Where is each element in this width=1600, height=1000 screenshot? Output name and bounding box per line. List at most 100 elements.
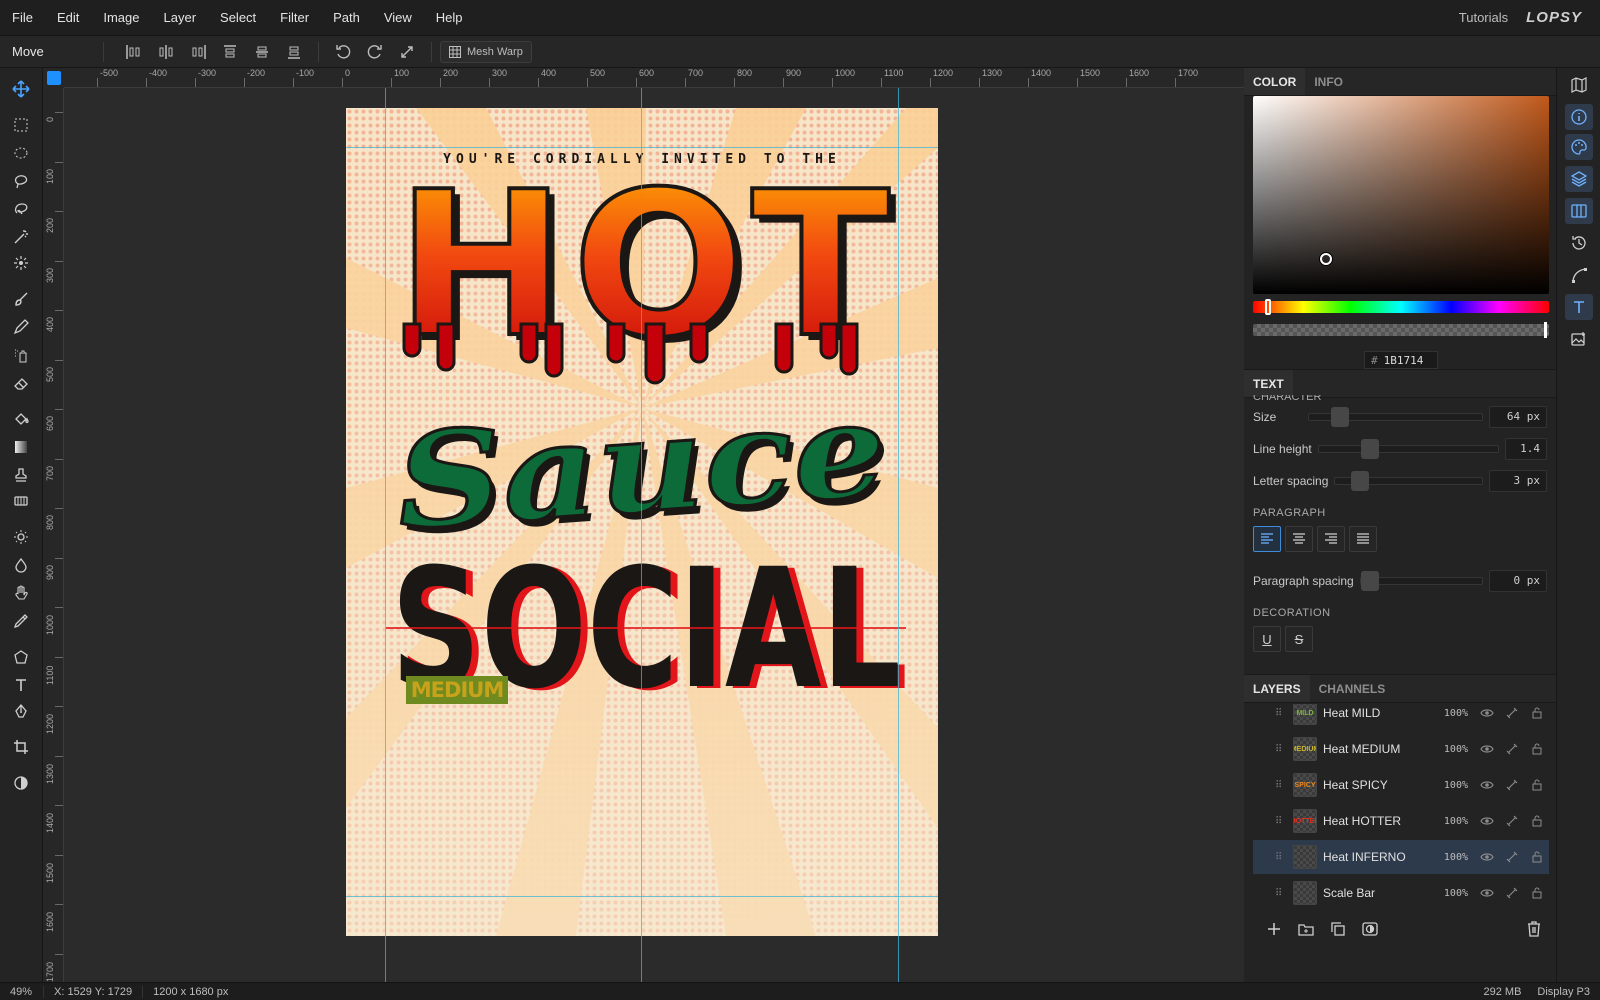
- tab-info[interactable]: INFO: [1305, 68, 1352, 95]
- lasso-icon[interactable]: [6, 168, 36, 194]
- tutorials-link[interactable]: Tutorials: [1459, 10, 1508, 25]
- eraser-icon[interactable]: [6, 370, 36, 396]
- image-adjust-icon[interactable]: [1565, 326, 1593, 352]
- layer-fx-icon[interactable]: [1499, 815, 1524, 827]
- rotate-cw-icon[interactable]: [359, 39, 391, 65]
- align-hcenter-icon[interactable]: [150, 39, 182, 65]
- paths-icon[interactable]: [1565, 262, 1593, 288]
- canvas-area[interactable]: YOU'RE CORDIALLY INVITED TO THE HOT HOT …: [64, 88, 1244, 982]
- text-align-center-icon[interactable]: [1285, 526, 1313, 552]
- layer-fx-icon[interactable]: [1499, 851, 1524, 863]
- blur-icon[interactable]: [6, 552, 36, 578]
- ruler-origin-marker[interactable]: [47, 71, 61, 85]
- quick-select-icon[interactable]: [6, 250, 36, 276]
- tab-color[interactable]: COLOR: [1244, 68, 1306, 95]
- alpha-slider[interactable]: [1253, 324, 1549, 336]
- lock-icon[interactable]: [1524, 707, 1549, 719]
- layer-opacity[interactable]: 100%: [1428, 852, 1468, 863]
- layer-fx-icon[interactable]: [1499, 887, 1524, 899]
- delete-layer-icon[interactable]: [1518, 915, 1550, 943]
- align-left-icon[interactable]: [118, 39, 150, 65]
- rect-select-icon[interactable]: [6, 112, 36, 138]
- lock-icon[interactable]: [1524, 815, 1549, 827]
- color-palette-icon[interactable]: [1565, 134, 1593, 160]
- dodge-icon[interactable]: [6, 524, 36, 550]
- guide-vertical-right[interactable]: [898, 88, 899, 982]
- drag-handle-icon[interactable]: ⠿: [1275, 888, 1289, 899]
- pencil-icon[interactable]: [6, 314, 36, 340]
- stamp-icon[interactable]: [6, 462, 36, 488]
- pen-icon[interactable]: [6, 698, 36, 724]
- visibility-eye-icon[interactable]: [1474, 852, 1499, 862]
- layer-row[interactable]: ⠿ Scale Bar 100%: [1253, 876, 1549, 908]
- alpha-handle[interactable]: [1544, 322, 1547, 338]
- tab-layers[interactable]: LAYERS: [1244, 675, 1310, 702]
- drag-handle-icon[interactable]: ⠿: [1275, 744, 1289, 755]
- letter-spacing-value[interactable]: 3 px: [1489, 470, 1547, 492]
- visibility-eye-icon[interactable]: [1474, 780, 1499, 790]
- menu-layer[interactable]: Layer: [152, 0, 209, 36]
- layer-row[interactable]: ⠿ MEDIUM Heat MEDIUM 100%: [1253, 732, 1549, 766]
- menu-view[interactable]: View: [372, 0, 424, 36]
- align-vcenter-icon[interactable]: [246, 39, 278, 65]
- visibility-eye-icon[interactable]: [1474, 744, 1499, 754]
- ellipse-select-icon[interactable]: [6, 140, 36, 166]
- visibility-eye-icon[interactable]: [1474, 708, 1499, 718]
- new-group-icon[interactable]: [1290, 915, 1322, 943]
- visibility-eye-icon[interactable]: [1474, 888, 1499, 898]
- layer-row[interactable]: ⠿ Heat INFERNO 100%: [1253, 840, 1549, 874]
- info-icon[interactable]: [1565, 104, 1593, 130]
- color-picker-handle[interactable]: [1320, 253, 1332, 265]
- drag-handle-icon[interactable]: ⠿: [1275, 852, 1289, 863]
- zoom-level[interactable]: 49%: [0, 985, 44, 998]
- patch-icon[interactable]: [6, 488, 36, 514]
- layer-opacity[interactable]: 100%: [1428, 816, 1468, 827]
- hand-icon[interactable]: [6, 580, 36, 606]
- poster-heat-label[interactable]: MEDIUM: [406, 676, 508, 704]
- guide-vertical-left[interactable]: [385, 88, 386, 982]
- guide-horizontal-bottom[interactable]: [346, 896, 938, 897]
- lock-icon[interactable]: [1524, 779, 1549, 791]
- crop-icon[interactable]: [6, 734, 36, 760]
- layer-row[interactable]: ⠿ SPICY Heat SPICY 100%: [1253, 768, 1549, 802]
- layer-fx-icon[interactable]: [1499, 743, 1524, 755]
- magic-wand-icon[interactable]: [6, 224, 36, 250]
- size-slider[interactable]: [1308, 407, 1483, 427]
- move-tool-icon[interactable]: [6, 76, 36, 102]
- spray-icon[interactable]: [6, 342, 36, 368]
- text-justify-icon[interactable]: [1349, 526, 1377, 552]
- eyedropper-icon[interactable]: [6, 608, 36, 634]
- mesh-warp-button[interactable]: Mesh Warp: [440, 40, 532, 63]
- layer-opacity[interactable]: 100%: [1428, 744, 1468, 755]
- history-icon[interactable]: [1565, 230, 1593, 256]
- text-tool-icon[interactable]: [6, 672, 36, 698]
- paint-bucket-icon[interactable]: [6, 406, 36, 432]
- horizontal-ruler[interactable]: -500 -400 -300 -200 -100 0 100 200 300 400 500 600 7…: [64, 68, 1244, 88]
- channels-icon[interactable]: [1565, 198, 1593, 224]
- align-top-icon[interactable]: [214, 39, 246, 65]
- hue-handle[interactable]: [1265, 299, 1271, 315]
- align-right-icon[interactable]: [182, 39, 214, 65]
- guide-horizontal-top[interactable]: [346, 147, 938, 148]
- lock-icon[interactable]: [1524, 743, 1549, 755]
- drag-handle-icon[interactable]: ⠿: [1275, 708, 1289, 719]
- text-align-left-icon[interactable]: [1253, 526, 1281, 552]
- size-value[interactable]: 64 px: [1489, 406, 1547, 428]
- menu-image[interactable]: Image: [91, 0, 151, 36]
- layer-opacity[interactable]: 100%: [1428, 780, 1468, 791]
- paragraph-spacing-slider[interactable]: [1359, 571, 1483, 591]
- add-layer-icon[interactable]: [1258, 915, 1290, 943]
- layer-fx-icon[interactable]: [1499, 707, 1524, 719]
- tab-text[interactable]: TEXT: [1244, 370, 1293, 397]
- layer-row[interactable]: ⠿ HOTTER Heat HOTTER 100%: [1253, 804, 1549, 838]
- line-height-value[interactable]: 1.4: [1505, 438, 1547, 460]
- line-height-slider[interactable]: [1317, 439, 1499, 459]
- letter-spacing-slider[interactable]: [1334, 471, 1483, 491]
- brush-icon[interactable]: [6, 286, 36, 312]
- expand-icon[interactable]: [391, 39, 423, 65]
- menu-file[interactable]: File: [0, 0, 45, 36]
- menu-edit[interactable]: Edit: [45, 0, 91, 36]
- drag-handle-icon[interactable]: ⠿: [1275, 816, 1289, 827]
- duplicate-layer-icon[interactable]: [1322, 915, 1354, 943]
- underline-button[interactable]: U: [1253, 626, 1281, 652]
